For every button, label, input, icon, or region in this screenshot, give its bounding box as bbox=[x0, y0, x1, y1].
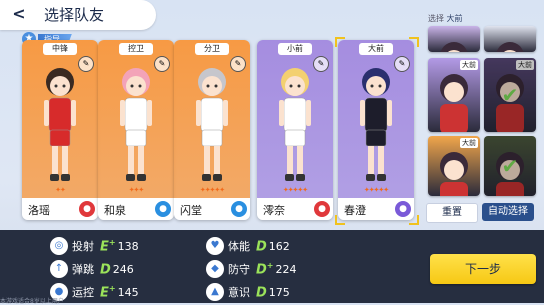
role-icon: ● bbox=[155, 201, 171, 217]
card-name-bar: 洛瑶 ● bbox=[22, 198, 98, 220]
thumb-portrait bbox=[440, 152, 468, 196]
role-icon: ● bbox=[314, 201, 330, 217]
stat-label: 投射 bbox=[72, 240, 94, 253]
player-name: 和泉 bbox=[104, 204, 126, 217]
jump-icon: ↑ bbox=[50, 260, 68, 278]
thumb-portrait bbox=[440, 74, 468, 132]
shoot-icon: ◎ bbox=[50, 237, 68, 255]
stat-value: 224 bbox=[275, 262, 297, 276]
skill-stars: ✦✦✦✦✦ bbox=[363, 186, 389, 194]
player-card-5[interactable]: 大前 ✎ ✦✦✦✦✦ 春澄 ● bbox=[338, 40, 414, 220]
player-card-4[interactable]: 小前 ✎ ✦✦✦✦✦ 澪奈 ● bbox=[257, 40, 333, 220]
selection-corner bbox=[335, 37, 345, 47]
stat-physique: ♥ 体能 D 162 bbox=[206, 236, 290, 256]
card-name-bar: 春澄 ● bbox=[338, 198, 414, 220]
stat-value: 138 bbox=[117, 239, 139, 253]
selection-corner bbox=[409, 37, 419, 47]
teammate-thumbnail[interactable] bbox=[428, 26, 480, 52]
stat-grade: E+ bbox=[100, 283, 116, 301]
stat-label: 运控 bbox=[72, 286, 94, 299]
footer-notice: 本游戏适合8岁以上用户 bbox=[0, 298, 64, 305]
physique-icon: ♥ bbox=[206, 237, 224, 255]
signature-icon: ✎ bbox=[394, 56, 410, 72]
stat-defense: ◆ 防守 D+ 224 bbox=[206, 259, 297, 279]
selection-corner bbox=[409, 215, 419, 225]
teammate-thumbnail[interactable]: 大前 bbox=[428, 136, 480, 196]
teammate-thumbnail[interactable]: ✔ bbox=[484, 136, 536, 196]
defense-icon: ◆ bbox=[206, 260, 224, 278]
position-badge: 控卫 bbox=[119, 43, 153, 55]
role-icon: ● bbox=[231, 201, 247, 217]
stat-label: 弹跳 bbox=[72, 263, 94, 276]
position-badge: 小前 bbox=[278, 43, 312, 55]
card-name-bar: 和泉 ● bbox=[98, 198, 174, 220]
next-step-button[interactable]: 下一步 bbox=[430, 254, 536, 284]
teammate-thumbnail[interactable]: 大前 ✔ bbox=[484, 58, 536, 132]
awareness-icon: ▲ bbox=[206, 283, 224, 301]
stat-value: 175 bbox=[268, 285, 290, 299]
stat-awareness: ▲ 意识 D 175 bbox=[206, 282, 290, 302]
position-badge: 大前 bbox=[359, 43, 393, 55]
player-figure bbox=[360, 68, 392, 181]
back-button[interactable]: < bbox=[8, 3, 30, 25]
stat-shoot: ◎ 投射 E+ 138 bbox=[50, 236, 139, 256]
stat-label: 体能 bbox=[228, 240, 250, 253]
page-title: 选择队友 bbox=[44, 6, 105, 24]
player-name: 春澄 bbox=[344, 204, 366, 217]
position-badge: 中锋 bbox=[43, 43, 77, 55]
stat-grade: D bbox=[256, 285, 267, 301]
player-card-2[interactable]: 控卫 ✎ ✦✦✦ 和泉 ● bbox=[98, 40, 174, 220]
stat-value: 145 bbox=[117, 285, 139, 299]
teammate-thumbnail[interactable]: 大前 bbox=[428, 58, 480, 132]
thumb-portrait bbox=[440, 42, 468, 52]
signature-icon: ✎ bbox=[78, 56, 94, 72]
stat-jump: ↑ 弹跳 D 246 bbox=[50, 259, 134, 279]
skill-stars: ✦✦ bbox=[55, 186, 66, 194]
stat-value: 162 bbox=[268, 239, 290, 253]
player-figure bbox=[44, 68, 76, 181]
player-card-1[interactable]: 中锋 ✎ ✦✦ 洛瑶 ● bbox=[22, 40, 98, 220]
player-card-3[interactable]: 分卫 ✎ ✦✦✦✦✦ 闪堂 ● bbox=[174, 40, 250, 220]
stat-grade: E+ bbox=[100, 237, 116, 255]
skill-stars: ✦✦✦ bbox=[128, 186, 145, 194]
stat-grade: D+ bbox=[256, 260, 274, 278]
stat-value: 246 bbox=[112, 262, 134, 276]
teammate-thumbnail[interactable] bbox=[484, 26, 536, 52]
player-figure bbox=[279, 68, 311, 181]
auto-select-button[interactable]: 自动选择 bbox=[482, 203, 534, 221]
player-figure bbox=[196, 68, 228, 181]
stat-grade: D bbox=[256, 239, 267, 255]
player-figure bbox=[120, 68, 152, 181]
stat-grade: D bbox=[100, 262, 111, 278]
stat-label: 防守 bbox=[228, 263, 250, 276]
role-icon: ● bbox=[79, 201, 95, 217]
selection-corner bbox=[335, 215, 345, 225]
player-name: 闪堂 bbox=[180, 204, 202, 217]
card-name-bar: 澪奈 ● bbox=[257, 198, 333, 220]
skill-stars: ✦✦✦✦✦ bbox=[199, 186, 225, 194]
card-name-bar: 闪堂 ● bbox=[174, 198, 250, 220]
signature-icon: ✎ bbox=[313, 56, 329, 72]
stat-label: 意识 bbox=[228, 286, 250, 299]
player-name: 澪奈 bbox=[263, 204, 285, 217]
signature-icon: ✎ bbox=[230, 56, 246, 72]
thumb-portrait bbox=[496, 42, 524, 52]
checkmark-icon: ✔ bbox=[501, 154, 519, 178]
position-badge: 分卫 bbox=[195, 43, 229, 55]
skill-stars: ✦✦✦✦✦ bbox=[282, 186, 308, 194]
signature-icon: ✎ bbox=[154, 56, 170, 72]
player-name: 洛瑶 bbox=[28, 204, 50, 217]
selection-label: 选择 大前 bbox=[428, 14, 463, 23]
reset-button[interactable]: 重置 bbox=[426, 203, 478, 223]
checkmark-icon: ✔ bbox=[501, 83, 519, 107]
